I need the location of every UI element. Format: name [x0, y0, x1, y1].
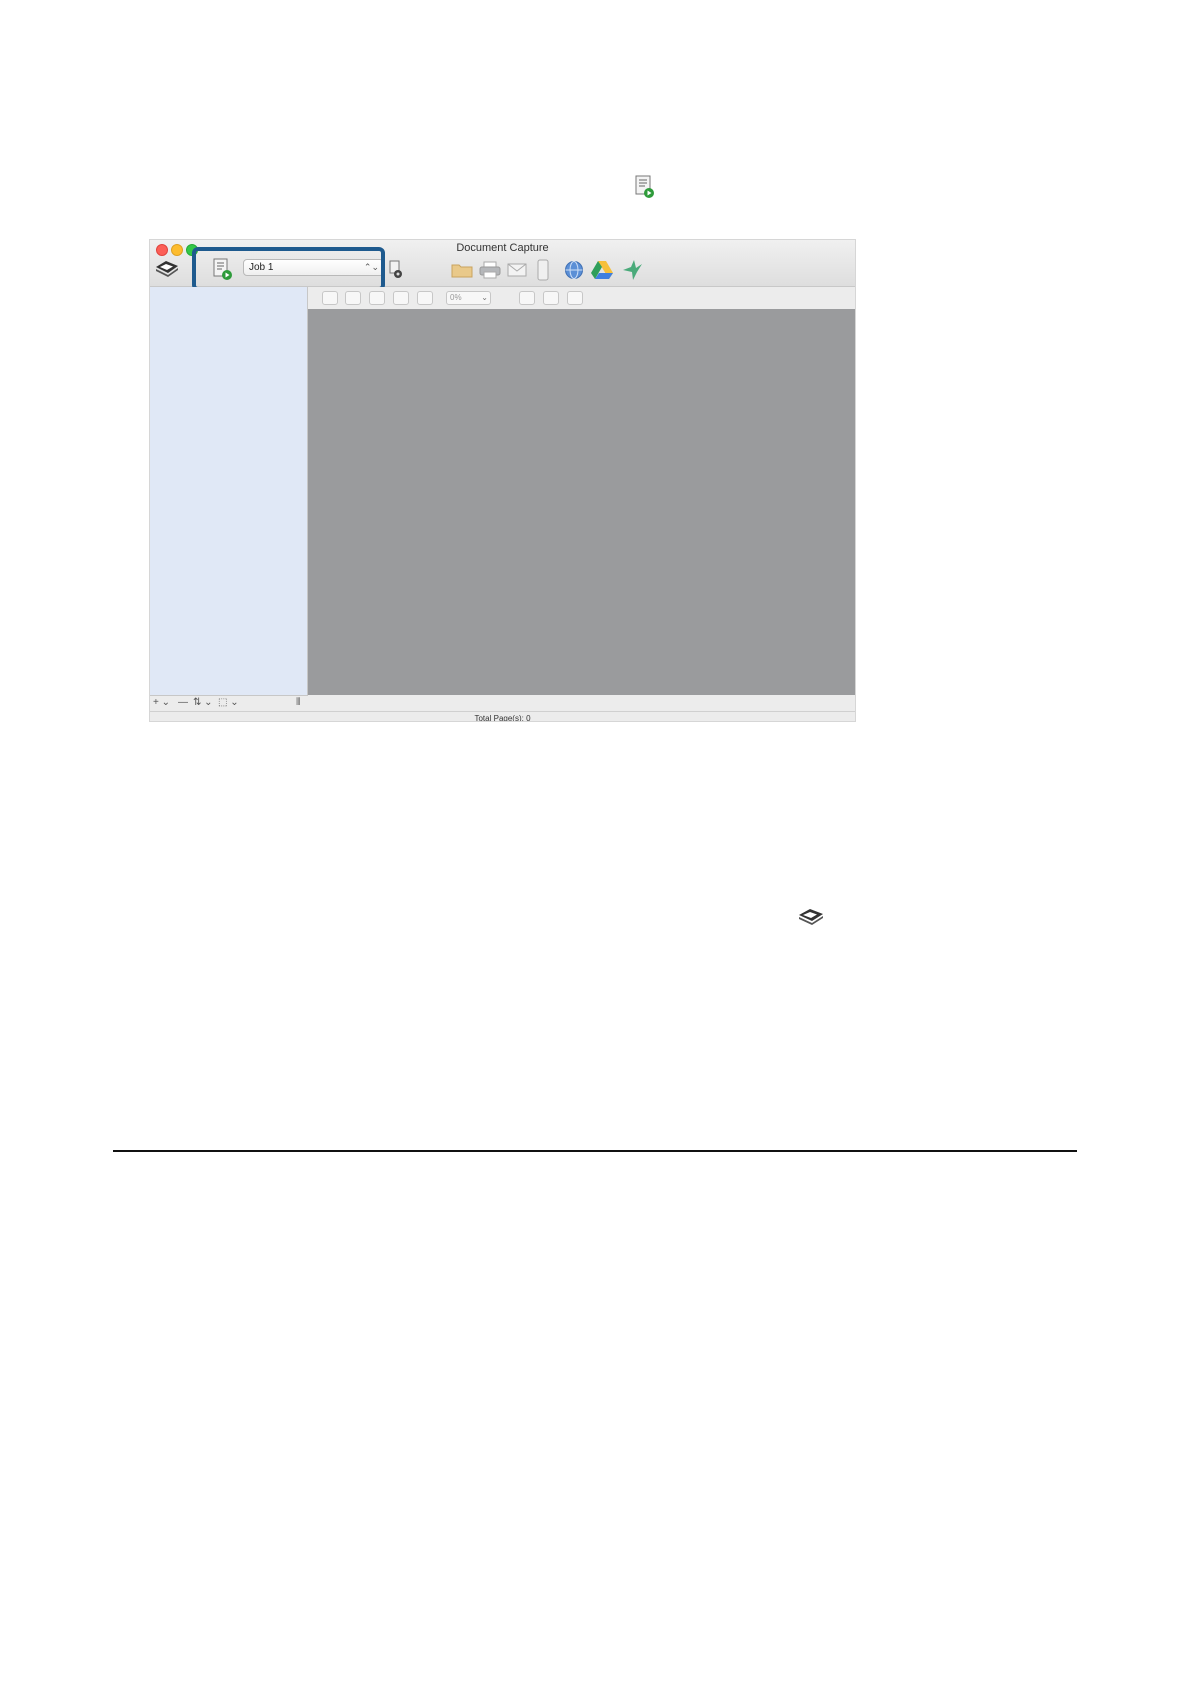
zoom-in-icon[interactable]	[322, 291, 338, 305]
preview-area[interactable]	[308, 309, 855, 695]
total-pages-label: Total Page(s): 0	[474, 714, 531, 722]
status-bar: Total Page(s): 0	[150, 711, 855, 722]
horizontal-rule	[113, 1150, 1077, 1152]
zoom-field[interactable]: 0% ⌄	[446, 291, 491, 305]
document-capture-window: Document Capture Job 1 ⌃⌄ 0% ⌄ + ⌄ — ⇅ ⌄…	[149, 239, 856, 722]
preview-toolbar: 0% ⌄	[308, 287, 855, 309]
fit-page-icon[interactable]	[369, 291, 385, 305]
zoom-out-icon[interactable]	[345, 291, 361, 305]
google-drive-icon[interactable]	[591, 260, 613, 280]
job-highlight-frame	[192, 247, 385, 291]
title-bar: Document Capture Job 1 ⌃⌄	[150, 240, 855, 291]
device-icon[interactable]	[537, 259, 549, 281]
pointer-tool-button[interactable]: ⬚ ⌄	[218, 697, 239, 709]
actual-size-icon[interactable]	[417, 291, 433, 305]
job-settings-icon[interactable]	[388, 259, 404, 281]
scanner-icon[interactable]	[154, 257, 180, 277]
add-page-button[interactable]: + ⌄	[153, 697, 170, 709]
delete-page-icon[interactable]	[567, 291, 583, 305]
zoom-value: 0%	[450, 293, 462, 302]
print-icon[interactable]	[479, 261, 501, 279]
thumbnail-pane-toolbar: + ⌄ — ⇅ ⌄ ⬚ ⌄ ⦀	[150, 695, 308, 711]
fit-width-icon[interactable]	[393, 291, 409, 305]
resize-handle-icon[interactable]: ⦀	[296, 697, 300, 709]
folder-icon[interactable]	[451, 262, 473, 278]
email-icon[interactable]	[507, 263, 527, 277]
chevron-down-icon: ⌄	[481, 293, 488, 302]
remove-page-button[interactable]: —	[178, 697, 188, 709]
sort-button[interactable]: ⇅ ⌄	[193, 697, 213, 709]
rotate-right-icon[interactable]	[543, 291, 559, 305]
rotate-left-icon[interactable]	[519, 291, 535, 305]
web-globe-icon[interactable]	[564, 260, 584, 280]
bird-app-icon[interactable]	[620, 258, 644, 282]
scanner-icon	[799, 909, 823, 925]
thumbnail-pane[interactable]	[150, 287, 308, 695]
scan-job-icon	[635, 175, 654, 198]
